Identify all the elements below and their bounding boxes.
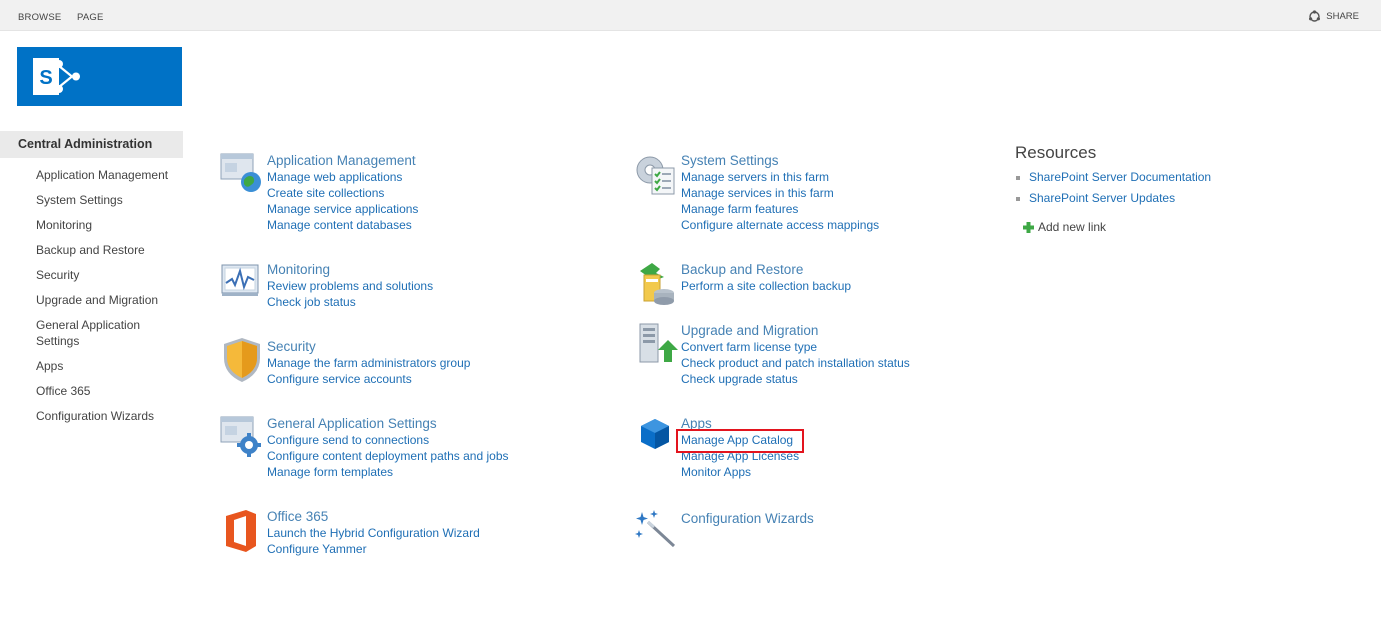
link-convert-farm-license-type[interactable]: Convert farm license type (681, 339, 910, 355)
nav-item-upgrade-and-migration[interactable]: Upgrade and Migration (0, 292, 183, 308)
section-title-upgrade-and-migration[interactable]: Upgrade and Migration (681, 323, 910, 339)
nav-item-apps[interactable]: Apps (0, 358, 183, 374)
link-launch-hybrid-configuration-wizard[interactable]: Launch the Hybrid Configuration Wizard (267, 525, 480, 541)
link-manage-farm-features[interactable]: Manage farm features (681, 201, 879, 217)
plus-icon (1023, 221, 1034, 233)
resource-link-label: SharePoint Server Updates (1029, 191, 1176, 205)
section-title-application-management[interactable]: Application Management (267, 153, 418, 169)
section-title-configuration-wizards[interactable]: Configuration Wizards (681, 511, 814, 527)
nav-item-general-application-settings[interactable]: General Application Settings (0, 317, 183, 349)
link-perform-site-collection-backup[interactable]: Perform a site collection backup (681, 278, 851, 294)
shield-icon (224, 338, 260, 382)
upgrade-migration-icon (639, 323, 678, 363)
link-manage-form-templates[interactable]: Manage form templates (267, 464, 509, 480)
section-title-monitoring[interactable]: Monitoring (267, 262, 433, 278)
apps-cube-icon (641, 419, 669, 449)
application-management-icon (220, 153, 261, 192)
section-title-backup-and-restore[interactable]: Backup and Restore (681, 262, 851, 278)
section-title-general-application-settings[interactable]: General Application Settings (267, 416, 509, 432)
link-manage-web-applications[interactable]: Manage web applications (267, 169, 418, 185)
left-nav: Central Administration Application Manag… (0, 131, 183, 424)
resource-link-label: SharePoint Server Documentation (1029, 170, 1212, 184)
nav-item-backup-and-restore[interactable]: Backup and Restore (0, 242, 183, 258)
monitoring-icon (221, 264, 259, 296)
link-check-product-and-patch-status[interactable]: Check product and patch installation sta… (681, 355, 910, 371)
link-create-site-collections[interactable]: Create site collections (267, 185, 418, 201)
link-configure-service-accounts[interactable]: Configure service accounts (267, 371, 470, 387)
backup-restore-icon (640, 263, 674, 305)
link-manage-service-applications[interactable]: Manage service applications (267, 201, 418, 217)
link-check-job-status[interactable]: Check job status (267, 294, 433, 310)
link-check-upgrade-status[interactable]: Check upgrade status (681, 371, 910, 387)
bullet-icon (1016, 175, 1020, 180)
ribbon-bar: BROWSE PAGE SHARE (0, 0, 1381, 31)
nav-item-application-management[interactable]: Application Management (0, 167, 183, 183)
resources-title: Resources (1015, 143, 1097, 162)
section-title-office-365[interactable]: Office 365 (267, 509, 480, 525)
logo-letter: S (39, 67, 52, 89)
tab-page[interactable]: PAGE (77, 12, 104, 23)
nav-item-office-365[interactable]: Office 365 (0, 383, 183, 399)
section-title-system-settings[interactable]: System Settings (681, 153, 879, 169)
sharepoint-logo-icon: S (33, 58, 80, 95)
link-configure-yammer[interactable]: Configure Yammer (267, 541, 480, 557)
share-button[interactable]: SHARE (1308, 10, 1359, 23)
link-configure-alternate-access-mappings[interactable]: Configure alternate access mappings (681, 217, 879, 233)
wizard-wand-icon (635, 510, 676, 548)
link-manage-services-in-farm[interactable]: Manage services in this farm (681, 185, 879, 201)
share-label: SHARE (1326, 11, 1359, 22)
highlight-box (676, 429, 804, 453)
resources-panel: Resources SharePoint Server Documentatio… (1015, 143, 1211, 234)
add-new-link-label: Add new link (1038, 220, 1107, 234)
add-new-link-button[interactable]: Add new link (1023, 220, 1211, 234)
bullet-icon (1016, 196, 1020, 201)
general-settings-icon (220, 416, 261, 457)
nav-item-security[interactable]: Security (0, 267, 183, 283)
link-monitor-apps[interactable]: Monitor Apps (681, 464, 799, 480)
nav-header-central-administration[interactable]: Central Administration (0, 131, 183, 158)
resource-link-sharepoint-documentation[interactable]: SharePoint Server Documentation (1015, 170, 1211, 185)
office365-icon (226, 510, 256, 552)
link-review-problems-and-solutions[interactable]: Review problems and solutions (267, 278, 433, 294)
tab-browse[interactable]: BROWSE (18, 12, 61, 23)
link-configure-send-to-connections[interactable]: Configure send to connections (267, 432, 509, 448)
link-configure-content-deployment[interactable]: Configure content deployment paths and j… (267, 448, 509, 464)
sharepoint-logo[interactable]: S (17, 47, 182, 106)
nav-item-monitoring[interactable]: Monitoring (0, 217, 183, 233)
link-manage-content-databases[interactable]: Manage content databases (267, 217, 418, 233)
section-title-security[interactable]: Security (267, 339, 470, 355)
resource-link-sharepoint-updates[interactable]: SharePoint Server Updates (1015, 191, 1211, 206)
link-manage-servers-in-farm[interactable]: Manage servers in this farm (681, 169, 879, 185)
share-icon (1309, 10, 1321, 22)
nav-item-configuration-wizards[interactable]: Configuration Wizards (0, 408, 183, 424)
link-manage-farm-administrators-group[interactable]: Manage the farm administrators group (267, 355, 470, 371)
system-settings-icon (636, 156, 675, 195)
nav-item-system-settings[interactable]: System Settings (0, 192, 183, 208)
